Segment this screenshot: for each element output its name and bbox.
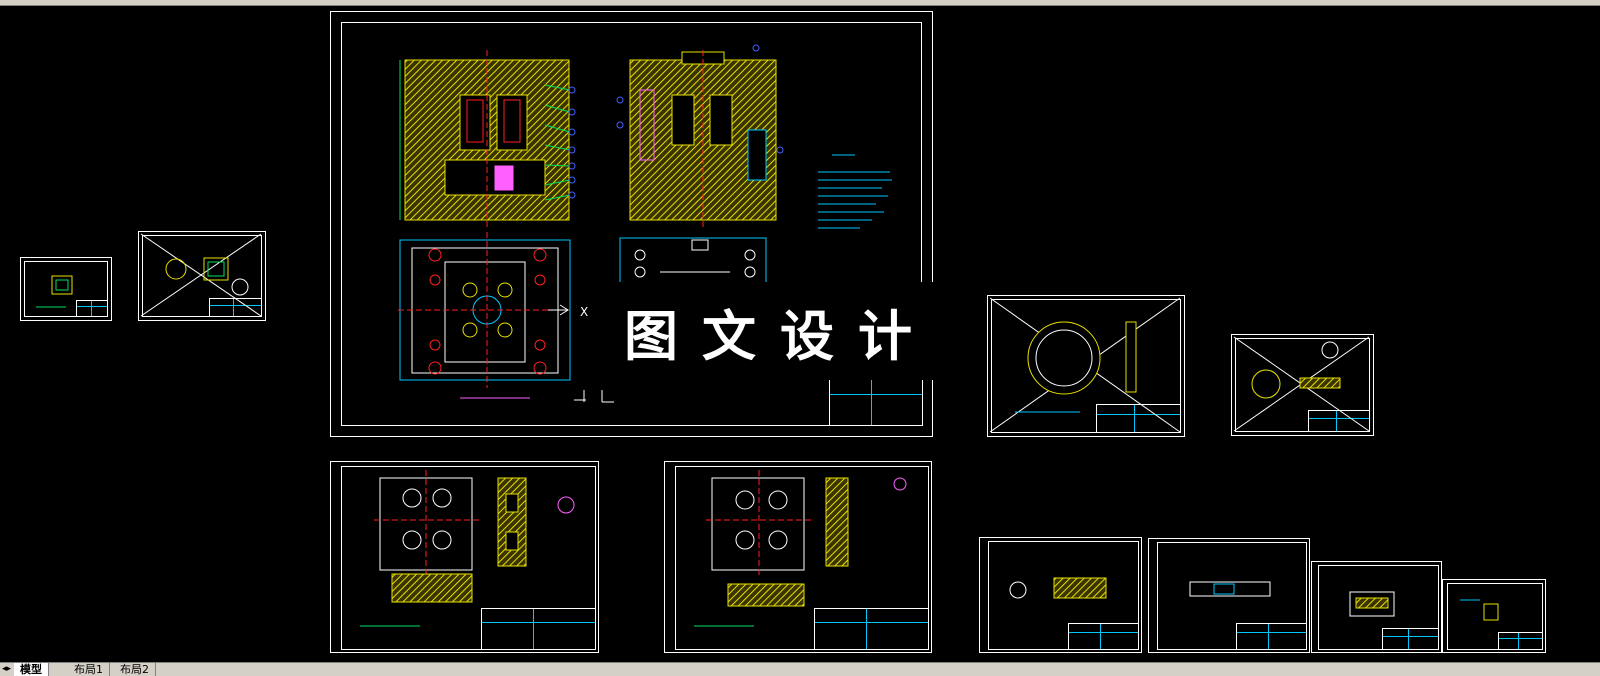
tab-model[interactable]: 模型 [14, 663, 49, 676]
tab-nav-arrows-icon[interactable]: ◂▸ [2, 663, 13, 676]
watermark-overlay: 图文设计 [617, 282, 943, 380]
drawing-canvas[interactable]: X 图文设计 [0, 0, 1600, 662]
svg-text:X: X [580, 305, 588, 319]
layout-tab-bar: ◂▸ 模型 布局1 布局2 [0, 662, 1600, 676]
watermark-text: 图文设计 [624, 303, 936, 368]
tab-layout1[interactable]: 布局1 [68, 663, 110, 676]
tab-layout2[interactable]: 布局2 [114, 663, 156, 676]
